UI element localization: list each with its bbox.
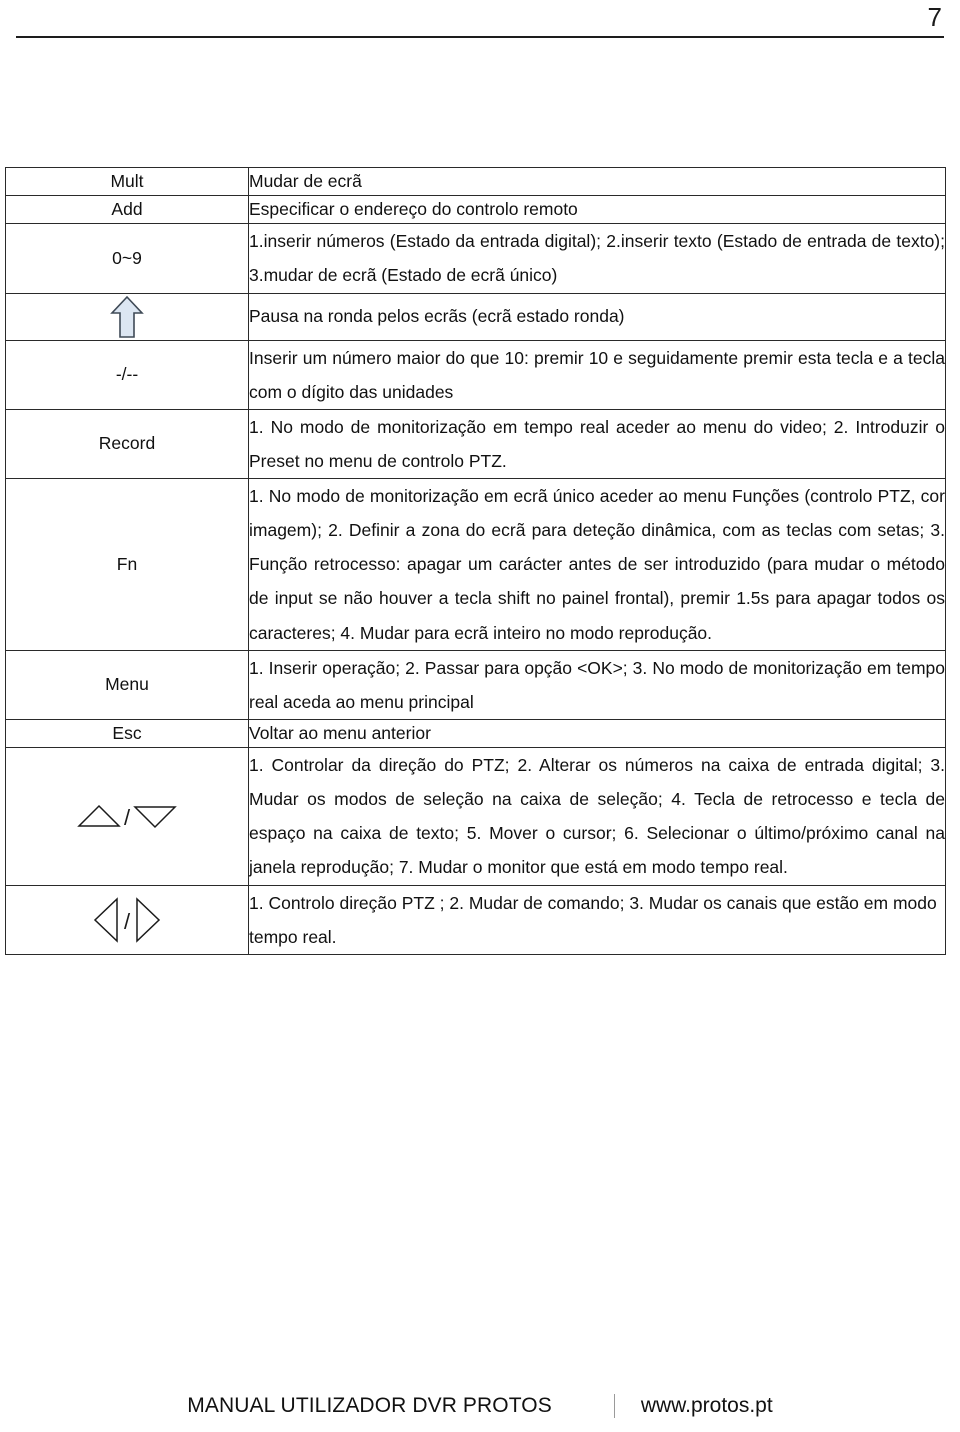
table-row: Pausa na ronda pelos ecrãs (ecrã estado … <box>5 292 946 341</box>
remote-key-functions-table: Mult Mudar de ecrã Add Especificar o endere… <box>5 166 946 955</box>
table-row: Esc Voltar ao menu anterior <box>5 718 946 749</box>
key-label: Menu <box>105 674 149 695</box>
table-row: / 1. Controlar da direção do PTZ; 2. Alte… <box>5 747 946 886</box>
page-footer: MANUAL UTILIZADOR DVR PROTOS www.protos.… <box>0 1394 960 1418</box>
key-name-cell: Fn <box>5 478 249 651</box>
triangle-right-glyph <box>136 896 161 943</box>
page-number: 7 <box>927 2 942 32</box>
table-row: Fn 1. No modo de monitorização em ecrã ún… <box>5 478 946 651</box>
key-description-cell: 1. Controlar da direção do PTZ; 2. Alter… <box>248 747 946 886</box>
left-right-triangles-icon: / <box>6 895 248 945</box>
key-name-cell: Menu <box>5 649 249 720</box>
key-description-cell: 1.inserir números (Estado da entrada dig… <box>248 223 946 294</box>
key-description-cell: Pausa na ronda pelos ecrãs (ecrã estado … <box>248 292 946 341</box>
key-label: -/-- <box>115 364 139 385</box>
triangle-down-glyph <box>133 806 177 829</box>
key-description-cell: 1. Inserir operação; 2. Passar para opçã… <box>248 649 946 720</box>
key-name-cell: / <box>5 884 249 955</box>
key-label: Add <box>111 199 143 220</box>
key-description-cell: Especificar o endereço do controlo remot… <box>248 195 946 225</box>
key-description-cell: 1. No modo de monitorização em tempo rea… <box>248 408 946 480</box>
table-body: Mult Mudar de ecrã Add Especificar o endere… <box>5 166 946 955</box>
key-description-cell: 1. Controlo direção PTZ ; 2. Mudar de co… <box>248 884 946 955</box>
table-row: Record 1. No modo de monitorização em tem… <box>5 408 946 480</box>
slash-separator: / <box>123 805 131 831</box>
key-label: Record <box>98 433 156 454</box>
up-down-triangles-icon: / <box>6 799 248 833</box>
key-label: 0~9 <box>112 247 142 268</box>
key-label: Mult <box>110 171 144 192</box>
key-label: Esc <box>112 722 142 743</box>
table-row: Add Especificar o endereço do controlo re… <box>5 195 946 225</box>
key-name-cell: / <box>5 747 249 886</box>
key-name-cell: Add <box>5 195 249 225</box>
table-row: Mult Mudar de ecrã <box>5 166 946 197</box>
page-header: 7 <box>0 0 960 46</box>
triangle-left-glyph <box>93 896 118 943</box>
up-arrow-filled-glyph <box>110 295 144 338</box>
triangle-up-glyph <box>77 805 121 827</box>
key-label: Fn <box>116 553 138 574</box>
key-name-cell: Record <box>5 408 249 480</box>
key-description-cell: Mudar de ecrã <box>248 166 946 197</box>
key-description-cell: Inserir um número maior do que 10: premi… <box>248 339 946 410</box>
table-row: / 1. Controlo direção PTZ ; 2. Mudar de c… <box>5 884 946 955</box>
table-row: Menu 1. Inserir operação; 2. Passar para … <box>5 649 946 720</box>
footer-website: www.protos.pt <box>640 1394 773 1417</box>
key-name-cell: Esc <box>5 718 249 749</box>
table-row: 0~9 1.inserir números (Estado da entrada … <box>5 223 946 294</box>
key-description-cell: Voltar ao menu anterior <box>248 718 946 749</box>
footer-separator <box>613 1394 615 1418</box>
key-name-cell: -/-- <box>5 339 249 410</box>
header-divider-rule <box>16 36 944 38</box>
key-name-cell <box>5 292 249 341</box>
key-name-cell: 0~9 <box>5 223 249 294</box>
key-name-cell: Mult <box>5 166 249 197</box>
key-description-cell: 1. No modo de monitorização em ecrã únic… <box>248 478 946 651</box>
slash-separator: / <box>123 908 131 934</box>
up-arrow-filled-icon <box>6 294 248 340</box>
footer-manual-title: MANUAL UTILIZADOR DVR PROTOS <box>187 1394 552 1417</box>
table-row: -/-- Inserir um número maior do que 10: p… <box>5 339 946 410</box>
